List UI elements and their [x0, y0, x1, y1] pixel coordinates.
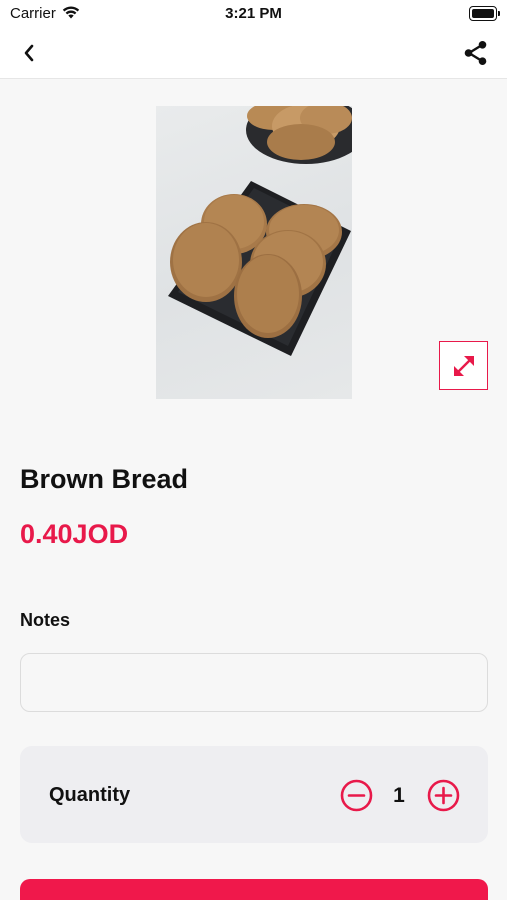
quantity-card: Quantity 1: [20, 746, 488, 843]
status-bar: Carrier 3:21 PM: [0, 0, 507, 28]
notes-input[interactable]: [20, 653, 488, 712]
quantity-increase-button[interactable]: [427, 779, 460, 812]
add-to-cart-button[interactable]: [20, 879, 488, 900]
notes-label: Notes: [20, 610, 71, 630]
product-image[interactable]: [156, 106, 352, 399]
expand-arrows-icon: [453, 355, 474, 376]
chevron-left-icon: [24, 44, 34, 62]
status-time: 3:21 PM: [225, 5, 282, 22]
quantity-value: 1: [393, 784, 405, 807]
share-icon: [464, 41, 487, 65]
quantity-decrease-button[interactable]: [340, 779, 373, 812]
quantity-label: Quantity: [49, 784, 131, 806]
product-name: Brown Bread: [20, 464, 189, 494]
minus-circle-icon: [340, 779, 373, 812]
back-button[interactable]: [14, 40, 44, 66]
expand-image-button[interactable]: [439, 341, 488, 390]
nav-bar: [0, 28, 507, 79]
plus-circle-icon: [427, 779, 460, 812]
battery-icon: [469, 6, 500, 21]
share-button[interactable]: [461, 38, 491, 68]
product-price: 0.40JOD: [20, 519, 129, 549]
